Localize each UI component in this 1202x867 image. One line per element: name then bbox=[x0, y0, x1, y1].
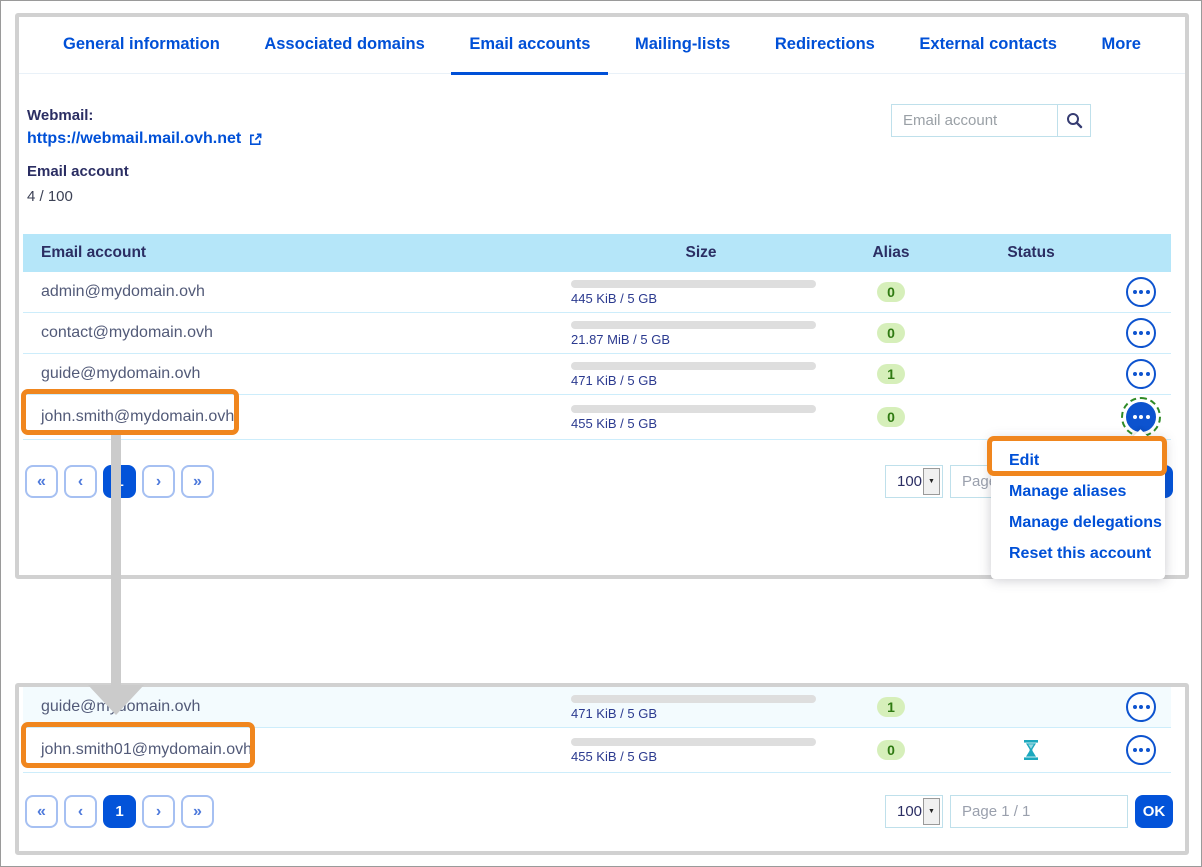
quota-bar bbox=[571, 362, 816, 370]
current-page-button[interactable]: 1 bbox=[103, 795, 136, 828]
alias-badge: 0 bbox=[877, 282, 905, 302]
ok-button[interactable]: OK bbox=[1135, 795, 1173, 828]
quota-bar bbox=[571, 405, 816, 413]
result-panel: guide@mydomain.ovh 471 KiB / 5 GB 1 john… bbox=[15, 683, 1189, 855]
per-page-value: 100 bbox=[897, 803, 922, 820]
menu-item-edit[interactable]: Edit bbox=[991, 446, 1165, 477]
webmail-link[interactable]: https://webmail.mail.ovh.net bbox=[27, 130, 241, 148]
header-size: Size bbox=[561, 244, 831, 262]
alias-badge: 0 bbox=[877, 407, 905, 427]
tab-more[interactable]: More bbox=[1084, 17, 1159, 75]
webmail-label: Webmail: bbox=[27, 107, 93, 124]
tab-mailing-lists[interactable]: Mailing-lists bbox=[617, 17, 748, 75]
annotation-arrow bbox=[85, 435, 147, 716]
size-cell: 471 KiB / 5 GB bbox=[561, 360, 831, 388]
search-input[interactable] bbox=[891, 104, 1057, 137]
table-row: guide@mydomain.ovh 471 KiB / 5 GB 1 bbox=[23, 687, 1171, 728]
header-alias: Alias bbox=[831, 244, 951, 262]
menu-item-manage-delegations[interactable]: Manage delegations bbox=[991, 508, 1165, 539]
email-accounts-table-result: guide@mydomain.ovh 471 KiB / 5 GB 1 john… bbox=[23, 687, 1171, 773]
previous-page-button[interactable]: ‹ bbox=[64, 795, 97, 828]
header-status: Status bbox=[951, 244, 1111, 262]
table-row: admin@mydomain.ovh 445 KiB / 5 GB 0 bbox=[23, 272, 1171, 313]
chevron-down-icon: ▼ bbox=[923, 468, 940, 495]
quota-bar bbox=[571, 321, 816, 329]
table-row: guide@mydomain.ovh 471 KiB / 5 GB 1 bbox=[23, 354, 1171, 395]
table-header-row: Email account Size Alias Status bbox=[23, 234, 1171, 272]
per-page-value: 100 bbox=[897, 473, 922, 490]
menu-item-manage-aliases[interactable]: Manage aliases bbox=[991, 477, 1165, 508]
quota-bar bbox=[571, 280, 816, 288]
row-context-menu: Edit Manage aliases Manage delegations R… bbox=[991, 438, 1165, 579]
tab-redirections[interactable]: Redirections bbox=[757, 17, 893, 75]
email-account-count-label: Email account bbox=[27, 163, 129, 180]
size-cell: 455 KiB / 5 GB bbox=[561, 403, 831, 431]
email-address: contact@mydomain.ovh bbox=[23, 324, 561, 342]
per-page-select[interactable]: 100 ▼ bbox=[885, 795, 943, 828]
table-row: john.smith01@mydomain.ovh 455 KiB / 5 GB… bbox=[23, 728, 1171, 773]
table-row: contact@mydomain.ovh 21.87 MiB / 5 GB 0 bbox=[23, 313, 1171, 354]
alias-badge: 1 bbox=[877, 364, 905, 384]
quota-label: 471 KiB / 5 GB bbox=[571, 706, 657, 721]
page-number-input[interactable] bbox=[950, 795, 1128, 828]
quota-bar bbox=[571, 695, 816, 703]
last-page-button[interactable]: » bbox=[181, 795, 214, 828]
email-search bbox=[891, 104, 1091, 137]
alias-badge: 1 bbox=[877, 697, 905, 717]
header-email-account: Email account bbox=[23, 244, 561, 262]
screenshot-canvas: General information Associated domains E… bbox=[0, 0, 1202, 867]
email-address: john.smith01@mydomain.ovh bbox=[23, 741, 561, 759]
quota-label: 455 KiB / 5 GB bbox=[571, 416, 657, 431]
external-link-icon bbox=[248, 132, 263, 147]
chevron-down-icon: ▼ bbox=[923, 798, 940, 825]
pagination: « ‹ 1 › » 100 ▼ OK bbox=[25, 795, 1173, 828]
row-actions-button[interactable] bbox=[1126, 402, 1156, 432]
first-page-button[interactable]: « bbox=[25, 795, 58, 828]
size-cell: 21.87 MiB / 5 GB bbox=[561, 319, 831, 347]
email-account-count-value: 4 / 100 bbox=[27, 188, 73, 205]
size-cell: 445 KiB / 5 GB bbox=[561, 278, 831, 306]
email-address: john.smith@mydomain.ovh bbox=[23, 408, 561, 426]
table-row: john.smith@mydomain.ovh 455 KiB / 5 GB 0 bbox=[23, 395, 1171, 440]
size-cell: 471 KiB / 5 GB bbox=[561, 693, 831, 721]
search-button[interactable] bbox=[1057, 104, 1091, 137]
tab-general-information[interactable]: General information bbox=[45, 17, 238, 75]
quota-label: 445 KiB / 5 GB bbox=[571, 291, 657, 306]
last-page-button[interactable]: » bbox=[181, 465, 214, 498]
row-actions-button[interactable] bbox=[1126, 692, 1156, 722]
first-page-button[interactable]: « bbox=[25, 465, 58, 498]
menu-item-reset-this-account[interactable]: Reset this account bbox=[991, 539, 1165, 570]
email-accounts-table: Email account Size Alias Status admin@my… bbox=[23, 234, 1171, 440]
row-actions-button[interactable] bbox=[1126, 735, 1156, 765]
tab-external-contacts[interactable]: External contacts bbox=[901, 17, 1075, 75]
quota-label: 455 KiB / 5 GB bbox=[571, 749, 657, 764]
quota-label: 21.87 MiB / 5 GB bbox=[571, 332, 670, 347]
tab-bar: General information Associated domains E… bbox=[19, 17, 1185, 74]
row-actions-button[interactable] bbox=[1126, 318, 1156, 348]
tab-associated-domains[interactable]: Associated domains bbox=[246, 17, 442, 75]
per-page-select[interactable]: 100 ▼ bbox=[885, 465, 943, 498]
size-cell: 455 KiB / 5 GB bbox=[561, 736, 831, 764]
alias-badge: 0 bbox=[877, 740, 905, 760]
webmail-link-row: https://webmail.mail.ovh.net bbox=[27, 130, 263, 148]
search-icon bbox=[1065, 111, 1084, 130]
email-address: guide@mydomain.ovh bbox=[23, 365, 561, 383]
hourglass-icon bbox=[1023, 740, 1039, 760]
next-page-button[interactable]: › bbox=[142, 795, 175, 828]
row-actions-button[interactable] bbox=[1126, 277, 1156, 307]
email-accounts-panel: General information Associated domains E… bbox=[15, 13, 1189, 579]
row-actions-button[interactable] bbox=[1126, 359, 1156, 389]
email-address: admin@mydomain.ovh bbox=[23, 283, 561, 301]
quota-label: 471 KiB / 5 GB bbox=[571, 373, 657, 388]
tab-email-accounts[interactable]: Email accounts bbox=[451, 17, 608, 75]
quota-bar bbox=[571, 738, 816, 746]
pager-buttons: « ‹ 1 › » bbox=[25, 795, 214, 828]
pager-controls: 100 ▼ OK bbox=[885, 795, 1173, 828]
alias-badge: 0 bbox=[877, 323, 905, 343]
